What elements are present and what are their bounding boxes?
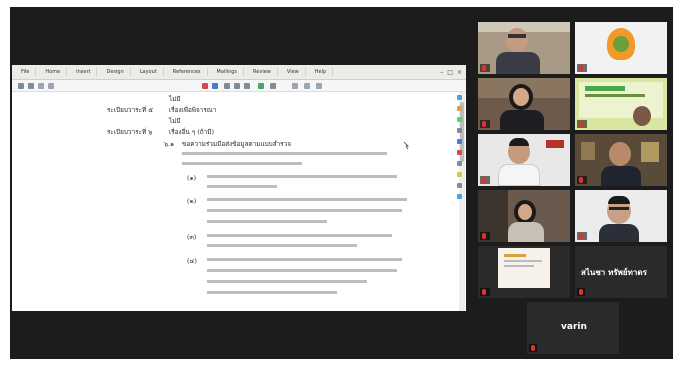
indent-icon[interactable]	[270, 83, 276, 89]
print-icon[interactable]	[48, 83, 54, 89]
participant-tile[interactable]	[575, 190, 667, 242]
side-tool-icon[interactable]	[457, 183, 462, 188]
mic-muted-icon	[482, 65, 486, 71]
participant-tile[interactable]	[478, 246, 570, 298]
side-tool-icon[interactable]	[457, 139, 462, 144]
participant-name-bar	[480, 120, 490, 128]
mic-muted-icon	[482, 289, 486, 295]
table-icon[interactable]	[292, 83, 298, 89]
font-color-icon[interactable]	[212, 83, 218, 89]
save-icon[interactable]	[38, 83, 44, 89]
undo-icon[interactable]	[18, 83, 24, 89]
highlight-icon[interactable]	[202, 83, 208, 89]
cursor-icon	[403, 141, 409, 150]
tab-review[interactable]: Review	[247, 68, 278, 76]
side-tool-icon[interactable]	[457, 150, 462, 155]
align-center-icon[interactable]	[234, 83, 240, 89]
participant-tile[interactable]	[575, 22, 667, 74]
blurred-text	[182, 141, 409, 294]
tab-layout[interactable]: Layout	[134, 68, 164, 76]
toolbar	[12, 80, 466, 92]
participant-name-bar	[577, 64, 587, 72]
align-right-icon[interactable]	[244, 83, 250, 89]
participant-name-bar	[480, 64, 490, 72]
participant-display-name: varin	[561, 322, 587, 332]
participant-name-bar	[577, 176, 587, 184]
shared-screen: File Home Insert Design Layout Reference…	[12, 65, 466, 311]
tab-file[interactable]: File	[15, 68, 37, 76]
participant-name-bar	[480, 176, 490, 184]
mic-muted-icon	[531, 345, 535, 351]
side-tool-icon[interactable]	[457, 194, 462, 199]
link-icon[interactable]	[316, 83, 322, 89]
side-tool-icon[interactable]	[457, 106, 462, 111]
side-tool-icon[interactable]	[457, 117, 462, 122]
align-left-icon[interactable]	[224, 83, 230, 89]
participant-name-bar	[529, 344, 537, 352]
side-tool-icon[interactable]	[457, 128, 462, 133]
mic-muted-icon	[482, 233, 486, 239]
participant-display-name: สไนชา ทรัพย์ทาดร	[581, 268, 647, 277]
participant-name-bar	[480, 288, 490, 296]
side-tool-icon[interactable]	[457, 95, 462, 100]
participant-tile[interactable]	[478, 78, 570, 130]
side-tool-icon[interactable]	[457, 172, 462, 177]
participant-name-bar	[577, 232, 587, 240]
tab-mailings[interactable]: Mailings	[211, 68, 245, 76]
redo-icon[interactable]	[28, 83, 34, 89]
tab-view[interactable]: View	[281, 68, 306, 76]
tab-help[interactable]: Help	[309, 68, 334, 76]
participant-name-bar	[577, 120, 587, 128]
mic-muted-icon	[579, 233, 583, 239]
ribbon-tabs: File Home Insert Design Layout Reference…	[12, 65, 466, 80]
participant-tile[interactable]	[575, 78, 667, 130]
participant-tile[interactable]	[478, 134, 570, 186]
participant-tile[interactable]	[478, 190, 570, 242]
image-icon[interactable]	[304, 83, 310, 89]
tab-insert[interactable]: Insert	[70, 68, 98, 76]
maximize-icon[interactable]: □	[447, 69, 453, 76]
participant-name-bar	[480, 232, 490, 240]
participant-tile[interactable]	[478, 22, 570, 74]
tab-design[interactable]: Design	[100, 68, 131, 76]
mic-muted-icon	[482, 121, 486, 127]
side-tool-icon[interactable]	[457, 161, 462, 166]
participant-tile[interactable]: สไนชา ทรัพย์ทาดร	[575, 246, 667, 298]
side-toolbar	[455, 95, 465, 265]
participant-tile[interactable]	[575, 134, 667, 186]
minimize-icon[interactable]: –	[440, 69, 443, 76]
mic-muted-icon	[579, 121, 583, 127]
mic-muted-icon	[579, 177, 583, 183]
mic-muted-icon	[579, 65, 583, 71]
list-icon[interactable]	[258, 83, 264, 89]
mic-muted-icon	[482, 177, 486, 183]
close-icon[interactable]: ×	[457, 69, 462, 76]
mic-muted-icon	[579, 289, 583, 295]
participant-tile[interactable]: varin	[527, 302, 619, 354]
tab-home[interactable]: Home	[39, 68, 68, 76]
tab-references[interactable]: References	[167, 68, 208, 76]
participant-name-bar	[577, 288, 585, 296]
document-page[interactable]: ไม่มี ระเบียบวาระที่ ๕ เรื่องเพื่อพิจารณ…	[12, 92, 458, 311]
